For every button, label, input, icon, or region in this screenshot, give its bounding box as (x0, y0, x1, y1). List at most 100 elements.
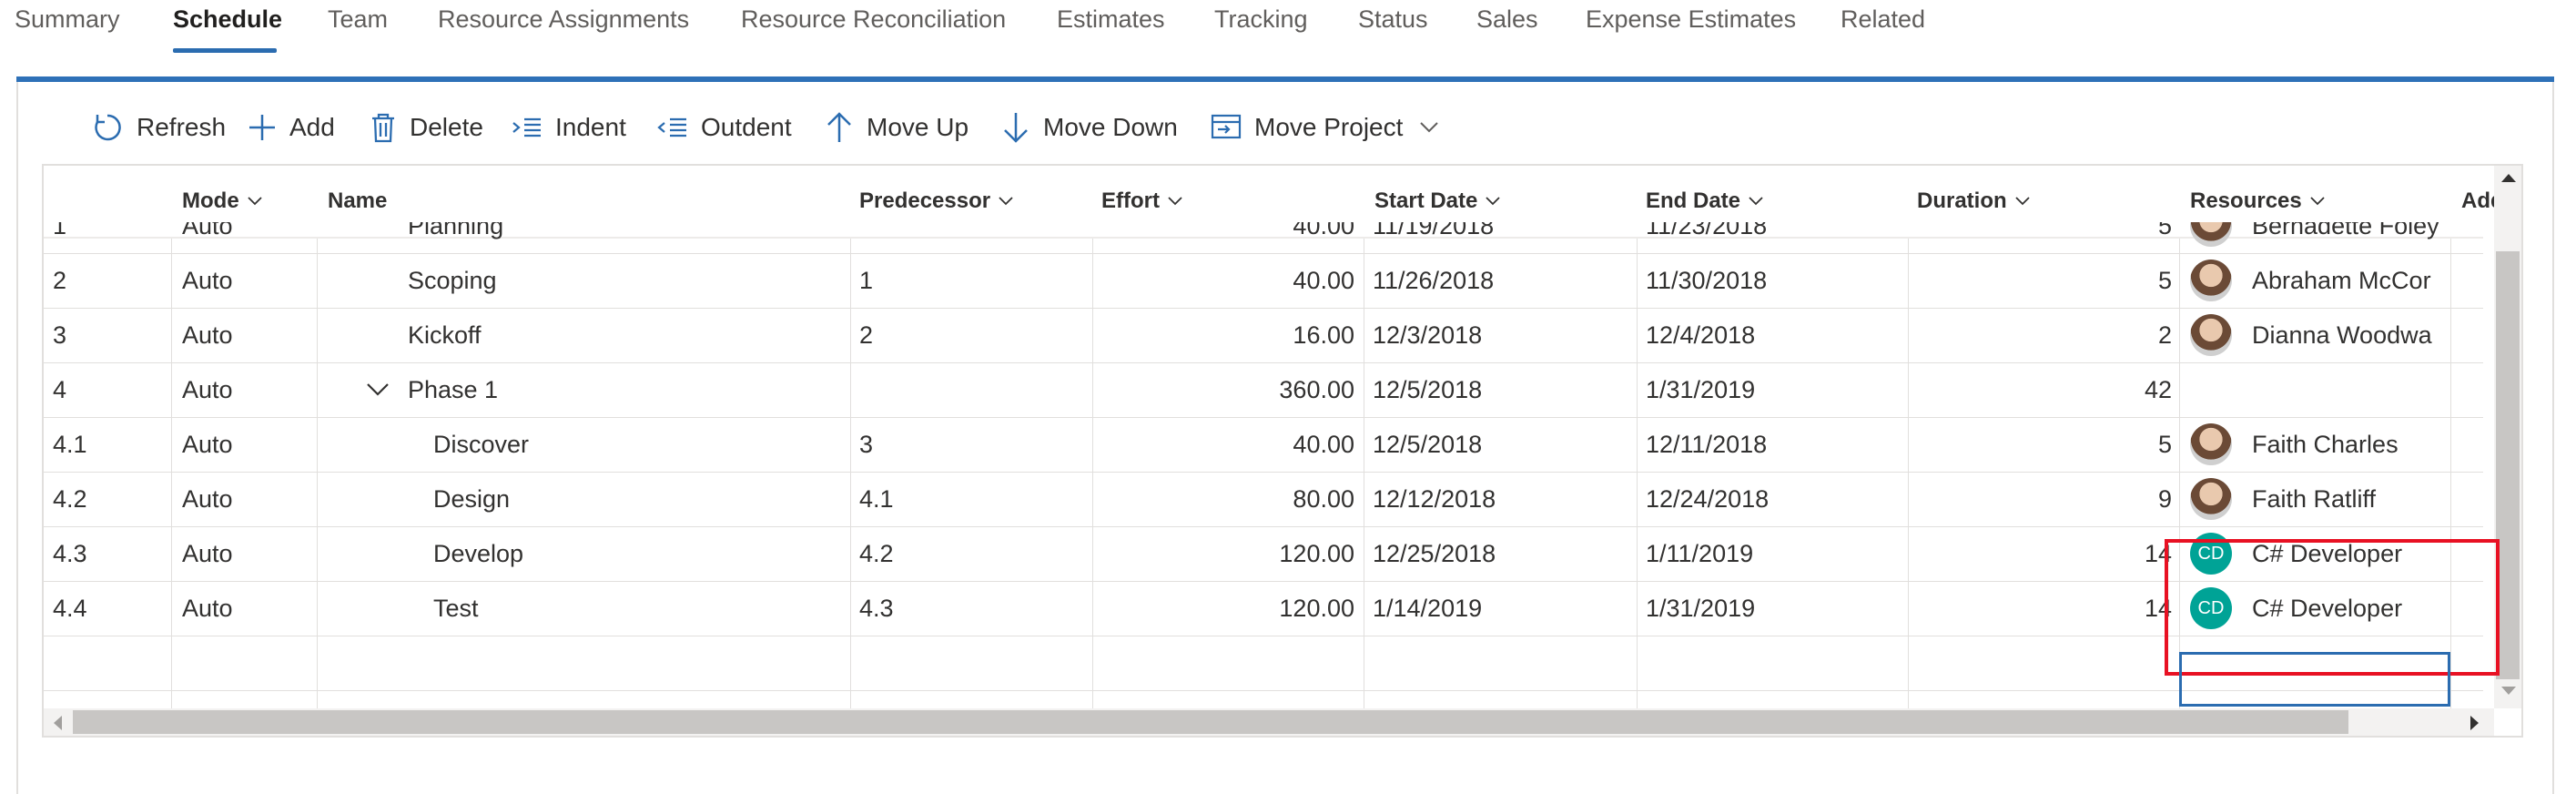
row-mode[interactable]: Auto (182, 526, 233, 581)
move-down-button[interactable]: Move Down (1001, 107, 1178, 148)
row-effort[interactable]: 40.00 (1100, 222, 1354, 253)
row-end-date[interactable]: 11/30/2018 (1646, 253, 1767, 308)
new-row[interactable] (44, 636, 2483, 691)
move-project-button[interactable]: Move Project (1211, 107, 1439, 148)
row-end-date[interactable]: 11/23/2018 (1646, 222, 1767, 253)
row-resource[interactable]: Abraham McCor (2190, 253, 2449, 308)
table-row[interactable]: 1 Auto Planning 40.00 11/19/2018 11/23/2… (44, 222, 2483, 254)
row-duration[interactable]: 14 (1917, 526, 2172, 581)
row-predecessor[interactable]: 3 (859, 417, 873, 472)
horizontal-scroll-thumb[interactable] (73, 710, 2348, 734)
row-start-date[interactable]: 1/14/2019 (1373, 581, 1482, 636)
scroll-down-arrow-icon[interactable] (2500, 685, 2518, 697)
chevron-down-icon (2310, 197, 2325, 206)
row-resource[interactable]: Bernadette Foley (2190, 222, 2449, 253)
row-name[interactable]: Develop (433, 526, 523, 581)
tab-schedule[interactable]: Schedule (173, 5, 282, 34)
row-start-date[interactable]: 11/19/2018 (1373, 222, 1494, 253)
row-mode[interactable]: Auto (182, 417, 233, 472)
row-effort[interactable]: 16.00 (1100, 308, 1354, 362)
row-name[interactable]: Planning (408, 222, 503, 253)
row-effort[interactable]: 40.00 (1100, 253, 1354, 308)
row-duration[interactable]: 14 (1917, 581, 2172, 636)
row-name[interactable]: Phase 1 (408, 362, 498, 417)
row-start-date[interactable]: 12/5/2018 (1373, 417, 1482, 472)
row-end-date[interactable]: 12/4/2018 (1646, 308, 1755, 362)
delete-button[interactable]: Delete (370, 107, 483, 148)
outdent-button[interactable]: Outdent (657, 107, 792, 148)
row-effort[interactable]: 120.00 (1100, 526, 1354, 581)
row-end-date[interactable]: 1/11/2019 (1646, 526, 1753, 581)
row-resource[interactable]: Faith Ratliff (2190, 472, 2449, 526)
row-predecessor[interactable]: 1 (859, 253, 873, 308)
tab-resource-assignments[interactable]: Resource Assignments (438, 5, 689, 34)
table-row[interactable]: 4.3 Auto Develop 4.2 120.00 12/25/2018 1… (44, 526, 2483, 582)
arrow-down-icon (1004, 113, 1028, 143)
row-duration[interactable]: 5 (1917, 417, 2172, 472)
row-mode[interactable]: Auto (182, 222, 233, 253)
row-mode[interactable]: Auto (182, 362, 233, 417)
row-start-date[interactable]: 12/5/2018 (1373, 362, 1482, 417)
row-end-date[interactable]: 12/11/2018 (1646, 417, 1767, 472)
indent-icon (512, 117, 541, 137)
row-name[interactable]: Discover (433, 417, 529, 472)
row-start-date[interactable]: 12/3/2018 (1373, 308, 1482, 362)
row-predecessor[interactable]: 2 (859, 308, 873, 362)
indent-button[interactable]: Indent (512, 107, 626, 148)
add-button[interactable]: Add (248, 107, 335, 148)
row-duration[interactable]: 5 (1917, 253, 2172, 308)
tab-resource-reconciliation[interactable]: Resource Reconciliation (741, 5, 1006, 34)
table-row[interactable]: 3 Auto Kickoff 2 16.00 12/3/2018 12/4/20… (44, 308, 2483, 363)
row-end-date[interactable]: 1/31/2019 (1646, 581, 1755, 636)
row-mode[interactable]: Auto (182, 472, 233, 526)
row-mode[interactable]: Auto (182, 253, 233, 308)
row-name[interactable]: Scoping (408, 253, 497, 308)
tab-status[interactable]: Status (1358, 5, 1428, 34)
outdent-icon (657, 117, 686, 137)
row-end-date[interactable]: 1/31/2019 (1646, 362, 1755, 417)
row-resource[interactable]: Faith Charles (2190, 417, 2449, 472)
move-up-button[interactable]: Move Up (825, 107, 969, 148)
row-resource[interactable]: Dianna Woodwa (2190, 308, 2449, 362)
row-start-date[interactable]: 12/25/2018 (1373, 526, 1496, 581)
row-end-date[interactable]: 12/24/2018 (1646, 472, 1769, 526)
scroll-left-arrow-icon[interactable] (51, 714, 64, 732)
row-effort[interactable]: 40.00 (1100, 417, 1354, 472)
row-duration[interactable]: 9 (1917, 472, 2172, 526)
tab-tracking[interactable]: Tracking (1214, 5, 1308, 34)
row-duration[interactable]: 2 (1917, 308, 2172, 362)
scroll-up-arrow-icon[interactable] (2500, 171, 2518, 184)
row-predecessor[interactable]: 4.3 (859, 581, 894, 636)
tab-team[interactable]: Team (328, 5, 388, 34)
row-name[interactable]: Test (433, 581, 479, 636)
tab-expense-estimates[interactable]: Expense Estimates (1586, 5, 1796, 34)
chevron-down-icon (1420, 122, 1439, 133)
table-row[interactable]: 2 Auto Scoping 1 40.00 11/26/2018 11/30/… (44, 253, 2483, 309)
collapse-toggle[interactable] (366, 362, 390, 417)
row-predecessor[interactable]: 4.1 (859, 472, 894, 526)
table-row[interactable]: 4.1 Auto Discover 3 40.00 12/5/2018 12/1… (44, 417, 2483, 473)
row-name[interactable]: Kickoff (408, 308, 482, 362)
table-row[interactable]: 4 Auto Phase 1 360.00 12/5/2018 1/31/201… (44, 362, 2483, 418)
row-effort[interactable]: 120.00 (1100, 581, 1354, 636)
row-mode[interactable]: Auto (182, 308, 233, 362)
row-resource[interactable] (2190, 362, 2449, 417)
row-start-date[interactable]: 12/12/2018 (1373, 472, 1496, 526)
row-name[interactable]: Design (433, 472, 510, 526)
row-effort[interactable]: 80.00 (1100, 472, 1354, 526)
row-start-date[interactable]: 11/26/2018 (1373, 253, 1494, 308)
tab-related[interactable]: Related (1841, 5, 1925, 34)
selected-cell-outline[interactable] (2179, 652, 2450, 707)
table-row[interactable]: 4.2 Auto Design 4.1 80.00 12/12/2018 12/… (44, 472, 2483, 527)
scroll-right-arrow-icon[interactable] (2469, 714, 2481, 732)
tab-estimates[interactable]: Estimates (1057, 5, 1165, 34)
tab-summary[interactable]: Summary (15, 5, 120, 34)
row-duration[interactable]: 42 (1917, 362, 2172, 417)
tab-sales[interactable]: Sales (1476, 5, 1538, 34)
row-effort[interactable]: 360.00 (1100, 362, 1354, 417)
row-predecessor[interactable]: 4.2 (859, 526, 894, 581)
row-duration[interactable]: 5 (1917, 222, 2172, 253)
refresh-button[interactable]: Refresh (91, 107, 226, 148)
table-row[interactable]: 4.4 Auto Test 4.3 120.00 1/14/2019 1/31/… (44, 581, 2483, 636)
row-mode[interactable]: Auto (182, 581, 233, 636)
